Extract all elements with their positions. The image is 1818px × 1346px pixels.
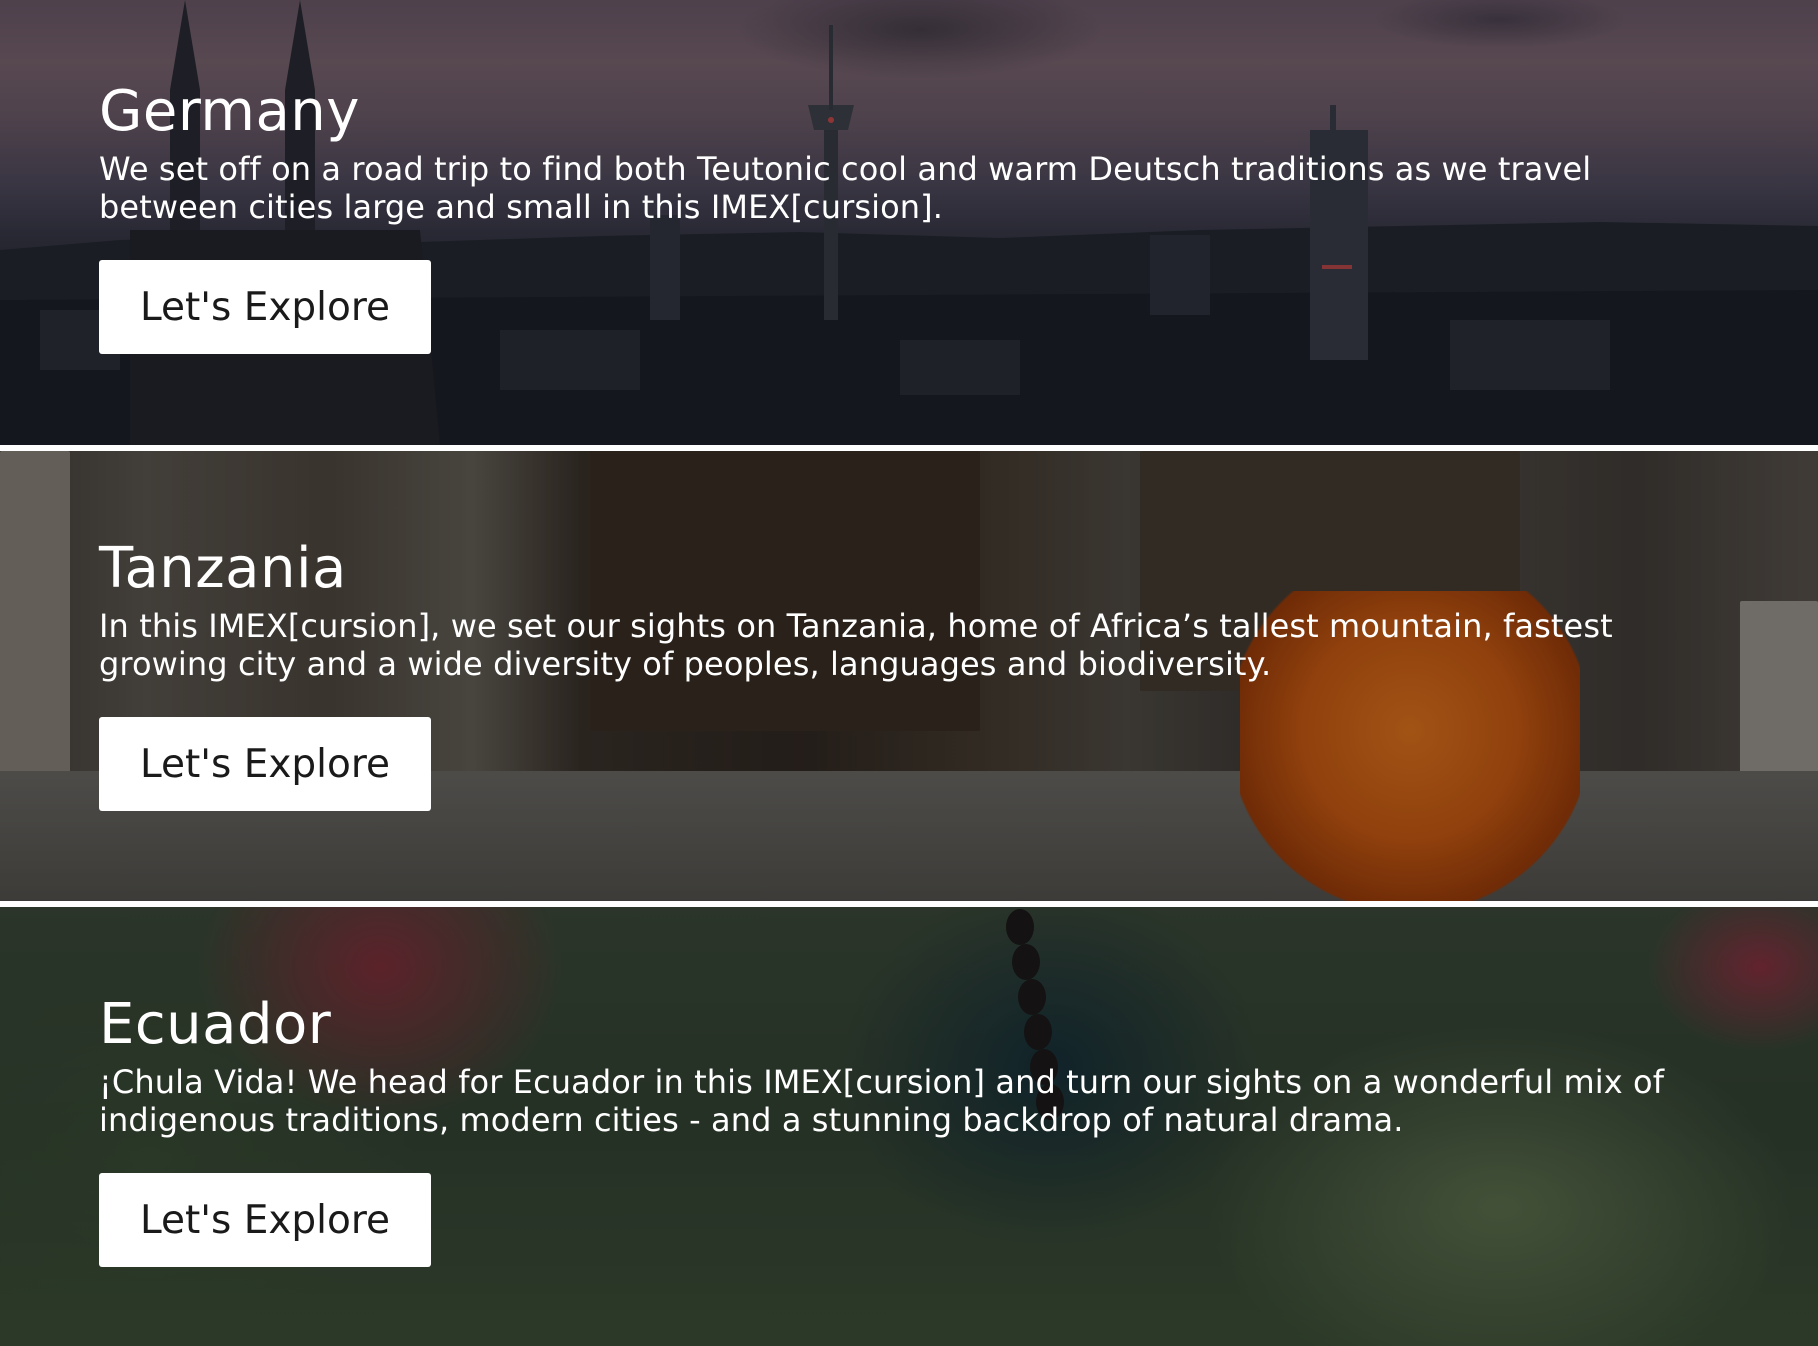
destination-description: We set off on a road trip to find both T… [99, 150, 1592, 226]
lets-explore-button-ecuador[interactable]: Let's Explore [99, 1173, 431, 1267]
germany-content: Germany We set off on a road trip to fin… [99, 78, 1699, 354]
destination-description: In this IMEX[cursion], we set our sights… [99, 607, 1613, 683]
ecuador-content: Ecuador ¡Chula Vida! We head for Ecuador… [99, 991, 1699, 1267]
tanzania-content: Tanzania In this IMEX[cursion], we set o… [99, 535, 1699, 811]
destination-title: Ecuador [99, 992, 332, 1057]
destination-card-germany: Germany We set off on a road trip to fin… [0, 0, 1818, 445]
destination-title: Germany [99, 79, 360, 144]
destination-card-ecuador: Ecuador ¡Chula Vida! We head for Ecuador… [0, 907, 1818, 1346]
lets-explore-button-germany[interactable]: Let's Explore [99, 260, 431, 354]
destinations-page: Germany We set off on a road trip to fin… [0, 0, 1818, 1346]
destination-card-tanzania: Tanzania In this IMEX[cursion], we set o… [0, 451, 1818, 901]
destination-description: ¡Chula Vida! We head for Ecuador in this… [99, 1063, 1665, 1139]
lets-explore-button-tanzania[interactable]: Let's Explore [99, 717, 431, 811]
destination-title: Tanzania [99, 536, 347, 601]
